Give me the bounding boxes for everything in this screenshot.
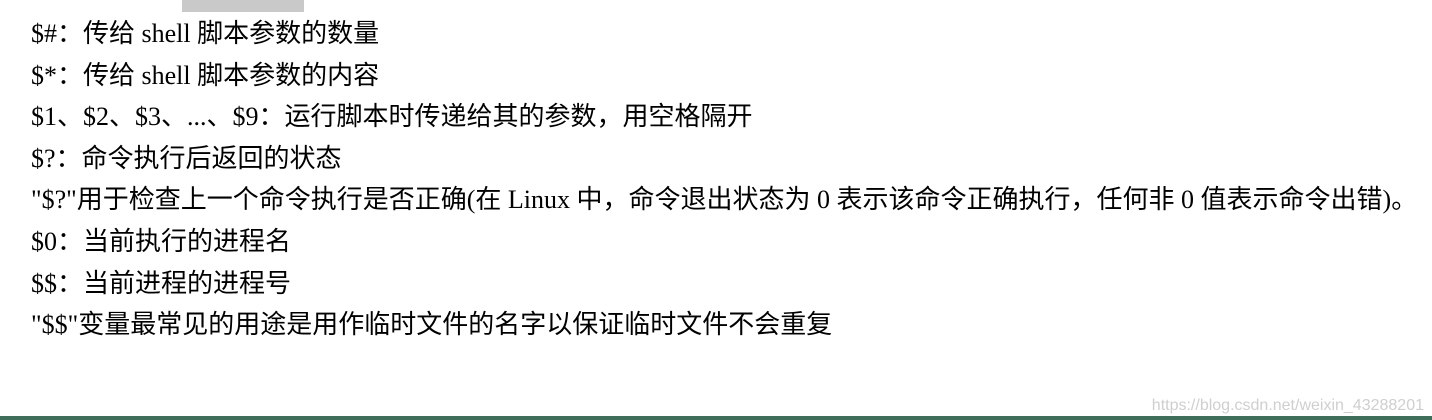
line-exit-status: $?：命令执行后返回的状态 [31,143,342,173]
line-argument-content: $*：传给 shell 脚本参数的内容 [31,60,380,90]
top-tab-strip [182,0,304,12]
watermark-text: https://blog.csdn.net/weixin_43288201 [1151,397,1424,414]
line-process-name: $0：当前执行的进程名 [31,226,292,256]
line-temp-file-usage: "$$"变量最常见的用途是用作临时文件的名字以保证临时文件不会重复 [31,310,833,340]
line-argument-count: $#：传给 shell 脚本参数的数量 [31,19,380,48]
line-positional-parameters: $1、$2、$3、...、$9：运行脚本时传递给其的参数，用空格隔开 [31,102,753,132]
line-exit-status-explanation: "$?"用于检查上一个命令执行是否正确(在 Linux 中，命令退出状态为 0 … [31,185,1418,215]
bottom-divider [0,416,1432,420]
line-process-id: $$：当前进程的进程号 [31,268,292,298]
document-body: $#：传给 shell 脚本参数的数量 $*：传给 shell 脚本参数的内容 … [31,13,1421,346]
